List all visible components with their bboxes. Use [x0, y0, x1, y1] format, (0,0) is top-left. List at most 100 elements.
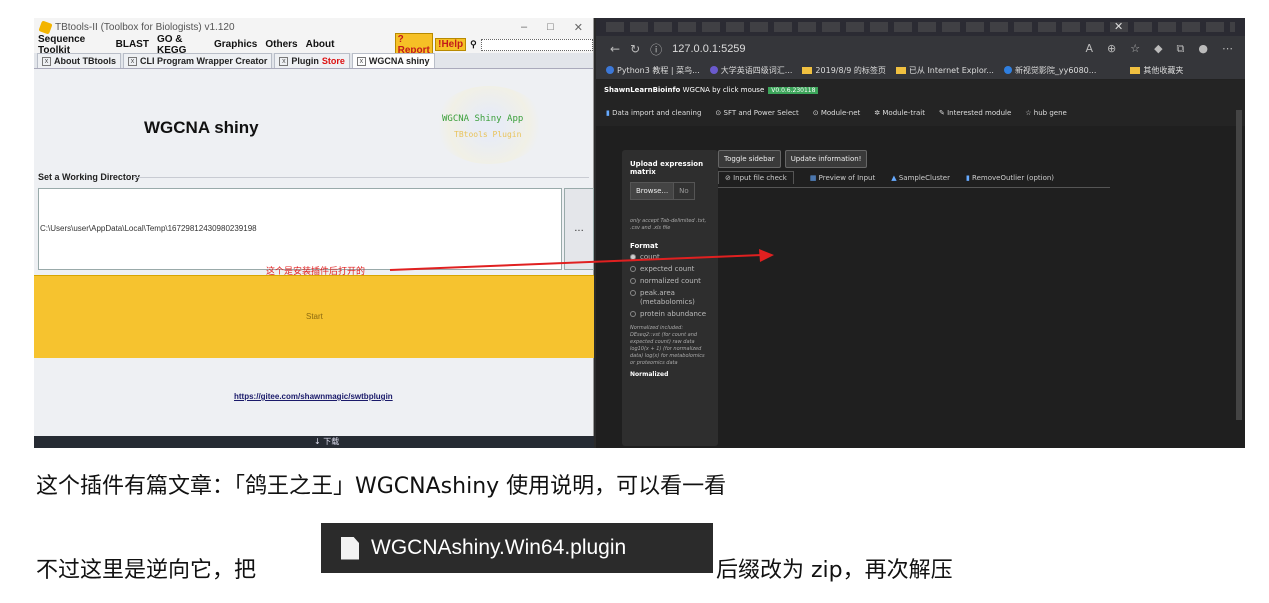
- start-button[interactable]: Start: [34, 275, 594, 358]
- bookmark-item[interactable]: 2019/8/9 的标签页: [802, 65, 886, 76]
- tab-close-icon[interactable]: x: [279, 56, 289, 66]
- search-icon: ⚲: [470, 39, 477, 49]
- tab-label: Preview of Input: [818, 174, 876, 182]
- upload-heading: Upload expression matrix: [630, 160, 704, 176]
- bookmark-item[interactable]: Python3 教程 | 菜鸟...: [606, 65, 700, 76]
- back-icon[interactable]: ←: [610, 42, 620, 56]
- bookmarks-bar: Python3 教程 | 菜鸟... 大学英语四级词汇... 2019/8/9 …: [596, 62, 1245, 80]
- option-label: count: [640, 253, 660, 261]
- nav-hub-gene[interactable]: ☆ hub gene: [1025, 109, 1067, 117]
- tab-label: RemoveOutlier (option): [972, 174, 1055, 182]
- tab-close-icon[interactable]: x: [128, 56, 137, 66]
- bookmark-label: 大学英语四级词汇...: [720, 66, 793, 75]
- nav-module-trait[interactable]: ✲ Module-trait: [874, 109, 925, 117]
- bookmark-item[interactable]: 已从 Internet Explor...: [895, 65, 994, 76]
- tab-label: SampleCluster: [898, 174, 950, 182]
- radio-icon: [630, 266, 636, 272]
- brush-icon: ✎: [938, 109, 948, 117]
- search-input[interactable]: [480, 38, 593, 51]
- python-icon: [606, 66, 614, 74]
- format-option[interactable]: peak.area (metabolomics): [630, 289, 710, 307]
- download-label[interactable]: ↓ 下载: [314, 436, 339, 447]
- window-controls: – □ ✕: [521, 21, 593, 34]
- close-icon[interactable]: ✕: [1114, 20, 1123, 33]
- nav-module-net[interactable]: ⊙ Module-net: [813, 109, 861, 117]
- tab-sample-cluster[interactable]: ▲ SampleCluster: [891, 174, 950, 184]
- tab-close-icon[interactable]: x: [42, 56, 51, 66]
- choose-dir-button[interactable]: ...: [564, 188, 594, 270]
- extension-icon[interactable]: ◆: [1154, 42, 1162, 56]
- more-icon[interactable]: ⋯: [1222, 42, 1233, 56]
- close-icon[interactable]: ✕: [574, 21, 583, 34]
- format-option[interactable]: count: [630, 253, 710, 262]
- bookmark-item[interactable]: 新视觉影院_yy6080...: [1003, 65, 1096, 76]
- divider: [718, 187, 1110, 188]
- zoom-icon[interactable]: ⊕: [1107, 42, 1116, 56]
- read-aloud-icon[interactable]: A: [1085, 42, 1093, 56]
- file-status: No: [674, 182, 695, 200]
- option-label: protein abundance: [640, 310, 707, 318]
- tab-preview-input[interactable]: ▦ Preview of Input: [810, 174, 875, 184]
- option-label: normalized count: [640, 277, 701, 285]
- divider: [134, 177, 589, 178]
- tbtools-logo-icon: [38, 19, 53, 35]
- minimize-icon[interactable]: –: [521, 21, 527, 34]
- tbtools-title-bar: TBtools-II (Toolbox for Biologists) v1.1…: [34, 18, 593, 36]
- bookmark-item[interactable]: 大学英语四级词汇...: [709, 65, 793, 76]
- tab-label: CLI Program Wrapper Creator: [140, 56, 268, 66]
- tab-wgcna-shiny[interactable]: x WGCNA shiny: [351, 53, 435, 68]
- info-icon[interactable]: ⓘ: [650, 41, 662, 58]
- format-option[interactable]: expected count: [630, 265, 710, 274]
- upload-sidebar: Upload expression matrix Browse... No on…: [622, 150, 718, 446]
- site-icon: [1003, 66, 1012, 74]
- update-info-button[interactable]: Update information!: [784, 150, 868, 168]
- tab-label-store: Store: [321, 56, 345, 66]
- nav-data-import[interactable]: ▮ Data import and cleaning: [606, 109, 701, 117]
- menu-graphics[interactable]: Graphics: [214, 39, 257, 50]
- browser-tabs[interactable]: [606, 22, 1235, 32]
- tab-remove-outlier[interactable]: ▮ RemoveOutlier (option): [966, 174, 1054, 184]
- scrollbar[interactable]: [1236, 110, 1242, 420]
- bookmark-item[interactable]: 其他收藏夹: [1130, 65, 1183, 76]
- tab-label: Input file check: [733, 174, 787, 182]
- url-field[interactable]: 127.0.0.1:5259: [672, 43, 745, 55]
- plugin-link[interactable]: https://gitee.com/shawnmagic/swtbplugin: [234, 392, 393, 401]
- profile-icon[interactable]: ●: [1198, 42, 1208, 56]
- start-label: Start: [306, 312, 323, 321]
- tab-about-tbtools[interactable]: x About TBtools: [37, 53, 121, 68]
- bookmark-label: 其他收藏夹: [1143, 66, 1184, 75]
- menu-about[interactable]: About: [306, 39, 335, 50]
- working-dir-value: C:\Users\user\AppData\Local\Temp\1672981…: [40, 224, 257, 233]
- maximize-icon[interactable]: □: [547, 21, 554, 34]
- site-icon: [709, 66, 718, 74]
- format-option[interactable]: protein abundance: [630, 310, 710, 319]
- help-button[interactable]: !Help: [435, 38, 467, 51]
- collections-icon[interactable]: ⧉: [1177, 42, 1185, 56]
- tab-close-icon[interactable]: x: [356, 56, 366, 66]
- nav-interested-module[interactable]: ✎ Interested module: [939, 109, 1011, 117]
- working-dir-label: Set a Working Directory: [38, 172, 140, 182]
- address-bar: ← ↻ ⓘ 127.0.0.1:5259 A ⊕ ☆ ◆ ⧉ ● ⋯: [596, 36, 1245, 62]
- toggle-sidebar-button[interactable]: Toggle sidebar: [718, 150, 781, 168]
- working-dir-field[interactable]: C:\Users\user\AppData\Local\Temp\1672981…: [38, 188, 562, 270]
- browse-button[interactable]: Browse...: [630, 182, 675, 200]
- format-option[interactable]: normalized count: [630, 277, 710, 286]
- browser-window: ✕ ← ↻ ⓘ 127.0.0.1:5259 A ⊕ ☆ ◆ ⧉ ● ⋯ Pyt…: [596, 18, 1245, 448]
- plugin-logo: WGCNA Shiny App TBtools Plugin: [434, 86, 544, 164]
- app-brand: ShawnLearnBioinfo: [604, 86, 681, 94]
- nav-sft[interactable]: ⊙ SFT and Power Select: [715, 109, 798, 117]
- nav-label: hub gene: [1033, 109, 1067, 117]
- app-body: Upload expression matrix Browse... No on…: [596, 148, 1245, 448]
- menu-blast[interactable]: BLAST: [116, 39, 149, 50]
- app-header: ShawnLearnBioinfo WGCNA by click mouse V…: [596, 80, 1245, 100]
- radio-icon: [630, 254, 636, 260]
- reload-icon[interactable]: ↻: [630, 42, 640, 56]
- bookmark-label: 2019/8/9 的标签页: [815, 66, 886, 75]
- menu-others[interactable]: Others: [265, 39, 297, 50]
- favorite-icon[interactable]: ☆: [1130, 42, 1140, 56]
- tab-input-file-check[interactable]: ⊘ Input file check: [718, 171, 794, 184]
- folder-icon: [895, 67, 906, 74]
- tab-plugin-store[interactable]: x Plugin Store: [274, 53, 350, 68]
- tab-cli-wrapper[interactable]: x CLI Program Wrapper Creator: [123, 53, 273, 68]
- tab-label: Plugin: [291, 56, 319, 66]
